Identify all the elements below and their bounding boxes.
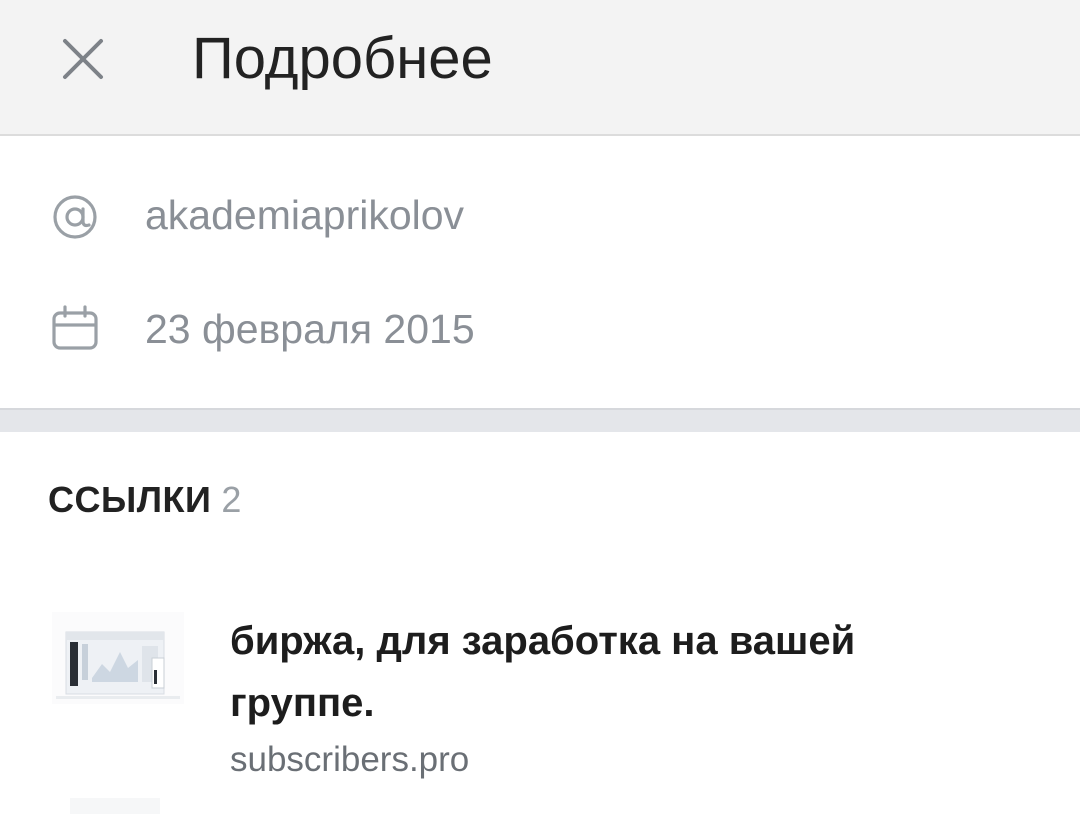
next-link-thumbnail-peek [70, 798, 160, 814]
link-thumbnail [52, 612, 184, 704]
links-label: ССЫЛКИ [48, 479, 212, 520]
links-count: 2 [221, 479, 242, 520]
page-title: Подробнее [192, 26, 493, 91]
close-icon [61, 37, 105, 86]
at-sign-icon [50, 192, 100, 242]
links-section: ССЫЛКИ 2 биржа, для заработка на вашей гр… [0, 432, 1080, 814]
link-domain: subscribers.pro [230, 740, 470, 779]
date-row: 23 февраля 2015 [0, 304, 1080, 384]
link-title: биржа, для заработка на вашей группе. [230, 619, 856, 725]
username-row[interactable]: akademiaprikolov [0, 190, 1080, 270]
link-item[interactable]: биржа, для заработка на вашей группе. su… [0, 582, 1080, 782]
date-text: 23 февраля 2015 [145, 306, 475, 352]
calendar-icon [50, 304, 100, 354]
top-bar: Подробнее [0, 0, 1080, 136]
username-text: akademiaprikolov [145, 192, 465, 238]
details-screen: Подробнее akademiaprikolov 23 февраля 20… [0, 0, 1080, 814]
section-divider [0, 408, 1080, 432]
info-section: akademiaprikolov 23 февраля 2015 [0, 136, 1080, 408]
close-button[interactable] [50, 28, 116, 94]
links-header: ССЫЛКИ 2 [48, 478, 241, 522]
